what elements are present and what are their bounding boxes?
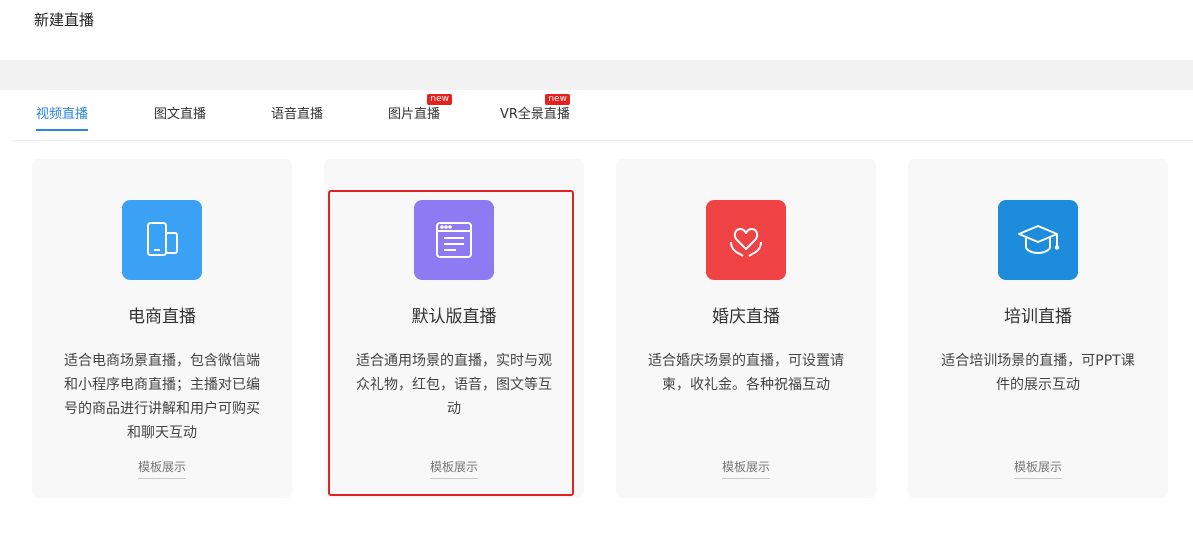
mobile-devices-icon (122, 200, 202, 280)
tab-label: VR全景直播 (500, 107, 570, 122)
card-description: 适合通用场景的直播，实时与观众礼物，红包，语音，图文等互动 (356, 353, 552, 417)
tab-label: 视频直播 (36, 107, 89, 122)
card-training-live[interactable]: 培训直播 适合培训场景的直播，可PPT课件的展示互动 模板展示 (908, 159, 1168, 498)
template-preview-link[interactable]: 模板展示 (721, 458, 770, 479)
tab-label: 语音直播 (271, 107, 324, 122)
card-wedding-live[interactable]: 婚庆直播 适合婚庆场景的直播，可设置请柬，收礼金。各种祝福互动 模板展示 (616, 159, 876, 498)
tab-photo-live[interactable]: 图片直播 new (388, 94, 453, 130)
card-ecommerce-live[interactable]: 电商直播 适合电商场景直播，包含微信端和小程序电商直播；主播对已编号的商品进行讲… (32, 159, 292, 498)
card-description: 适合培训场景的直播，可PPT课件的展示互动 (941, 353, 1135, 393)
card-title: 电商直播 (128, 307, 196, 327)
page-title: 新建直播 (34, 11, 95, 29)
live-type-tabs: 视频直播 图文直播 语音直播 图片直播 new VR全景直播 new (12, 90, 1193, 141)
card-title: 默认版直播 (411, 307, 497, 327)
tab-vr-live[interactable]: VR全景直播 new (500, 94, 570, 130)
live-type-panel: 视频直播 图文直播 语音直播 图片直播 new VR全景直播 new 电商直播 … (12, 90, 1193, 558)
new-badge: new (545, 94, 570, 105)
graduation-cap-icon (998, 200, 1078, 280)
page-header: 新建直播 (0, 0, 1193, 60)
tab-video-live[interactable]: 视频直播 (36, 106, 89, 131)
card-default-live[interactable]: 默认版直播 适合通用场景的直播，实时与观众礼物，红包，语音，图文等互动 模板展示 (324, 159, 584, 498)
tab-audio-live[interactable]: 语音直播 (271, 106, 323, 130)
header-divider-band (0, 60, 1193, 90)
card-title: 培训直播 (1004, 307, 1072, 327)
tab-label: 图片直播 (388, 107, 441, 122)
template-preview-link[interactable]: 模板展示 (429, 458, 478, 479)
card-description: 适合电商场景直播，包含微信端和小程序电商直播；主播对已编号的商品进行讲解和用户可… (64, 353, 260, 441)
browser-window-icon (414, 200, 494, 280)
template-preview-link[interactable]: 模板展示 (1013, 458, 1062, 479)
heart-hands-icon (706, 200, 786, 280)
new-badge: new (427, 94, 453, 105)
card-title: 婚庆直播 (712, 307, 780, 327)
template-preview-link[interactable]: 模板展示 (137, 458, 186, 479)
tab-label: 图文直播 (154, 107, 207, 122)
card-description: 适合婚庆场景的直播，可设置请柬，收礼金。各种祝福互动 (648, 353, 844, 393)
tab-text-image-live[interactable]: 图文直播 (154, 106, 206, 130)
